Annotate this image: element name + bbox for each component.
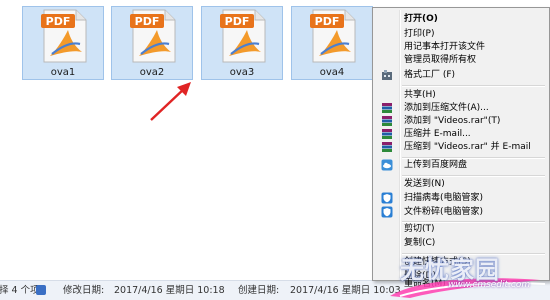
menu-item-label: 压缩并 E-mail... [404,129,471,139]
menu-item-label: 扫描病毒(电脑管家) [404,193,484,203]
selection-count: 择 4 个项 [0,285,40,296]
pc-manager-shield-icon [381,206,393,218]
menu-item-label: 重命名(M) [404,279,446,289]
menu-item-scan-virus[interactable]: 扫描病毒(电脑管家) [375,191,547,205]
menu-item-share[interactable]: 共享(H) [375,88,547,102]
menu-item-label: 打印(P) [404,29,435,39]
created-label: 创建日期: [238,285,280,296]
menu-item-take-ownership[interactable]: 管理员取得所有权 [375,53,547,67]
menu-item-label: 共享(H) [404,90,436,100]
menu-item-compress-email[interactable]: 压缩并 E-mail... [375,127,547,141]
pdf-file-icon: PDF [220,9,266,63]
format-factory-icon [382,70,392,80]
menu-item-add-to-videos-rar[interactable]: 添加到 "Videos.rar"(T) [375,114,547,128]
file-item-ova1[interactable]: PDF ova1 [22,6,104,80]
modified-value: 2017/4/16 星期日 10:18 [114,285,225,296]
files-icon [36,285,46,295]
file-name: ova3 [229,67,255,78]
menu-item-add-to-archive[interactable]: 添加到压缩文件(A)... [375,101,547,115]
menu-item-label: 创建快捷方式(S) [404,257,471,267]
menu-item-create-shortcut[interactable]: 创建快捷方式(S) [375,255,547,269]
winrar-icon [382,129,392,139]
menu-item-label: 压缩到 "Videos.rar" 并 E-mail [404,142,531,152]
pc-manager-shield-icon [381,192,393,204]
svg-text:PDF: PDF [225,15,250,28]
file-item-ova3[interactable]: PDF ova3 [201,6,283,80]
pdf-file-icon: PDF [310,9,356,63]
winrar-icon [382,116,392,126]
menu-item-upload-baidu[interactable]: 上传到百度网盘 [375,158,547,172]
svg-text:PDF: PDF [315,15,340,28]
pdf-file-icon: PDF [41,9,87,63]
pdf-file-icon: PDF [130,9,176,63]
menu-item-send-to[interactable]: 发送到(N) [375,177,547,191]
menu-item-print[interactable]: 打印(P) [375,27,547,41]
svg-text:PDF: PDF [135,15,160,28]
menu-item-file-shred[interactable]: 文件粉碎(电脑管家) [375,205,547,219]
menu-item-compress-videos-email[interactable]: 压缩到 "Videos.rar" 并 E-mail [375,140,547,154]
menu-item-cut[interactable]: 剪切(T) [375,222,547,236]
menu-item-open[interactable]: 打开(O) [375,12,547,26]
status-bar: 择 4 个项 修改日期: 2017/4/16 星期日 10:18 创建日期: 2… [0,280,550,300]
winrar-icon [382,142,392,152]
menu-item-label: 管理员取得所有权 [404,55,477,65]
menu-item-label: 剪切(T) [404,224,435,234]
menu-item-label: 复制(C) [404,238,436,248]
created-value: 2017/4/16 星期日 10:03 [290,285,401,296]
menu-item-label: 上传到百度网盘 [404,160,468,170]
modified-label: 修改日期: [63,285,105,296]
menu-item-copy[interactable]: 复制(C) [375,236,547,250]
file-name: ova1 [50,67,76,78]
menu-item-label: 格式工厂 (F) [404,70,456,80]
winrar-icon [382,103,392,113]
file-name: ova2 [139,67,165,78]
svg-text:PDF: PDF [46,15,71,28]
menu-item-format-factory[interactable]: 格式工厂 (F) [375,68,547,82]
baidu-cloud-icon [381,159,393,171]
menu-item-label: 添加到 "Videos.rar"(T) [404,116,501,126]
menu-item-delete[interactable]: 删除(D) [375,269,547,283]
menu-item-label: 文件粉碎(电脑管家) [404,207,484,217]
file-item-ova4[interactable]: PDF ova4 [291,6,373,80]
red-arrow-annotation [150,82,191,121]
menu-separator [402,85,545,87]
file-item-ova2[interactable]: PDF ova2 [111,6,193,80]
menu-item-label: 用记事本打开该文件 [404,42,486,52]
menu-item-open-notepad[interactable]: 用记事本打开该文件 [375,40,547,54]
menu-item-label: 打开(O) [404,14,438,24]
context-menu: 打开(O) 打印(P) 用记事本打开该文件 管理员取得所有权 格式工厂 (F) … [372,7,550,289]
menu-item-label: 添加到压缩文件(A)... [404,103,489,113]
file-name: ova4 [319,67,345,78]
menu-item-label: 发送到(N) [404,179,445,189]
